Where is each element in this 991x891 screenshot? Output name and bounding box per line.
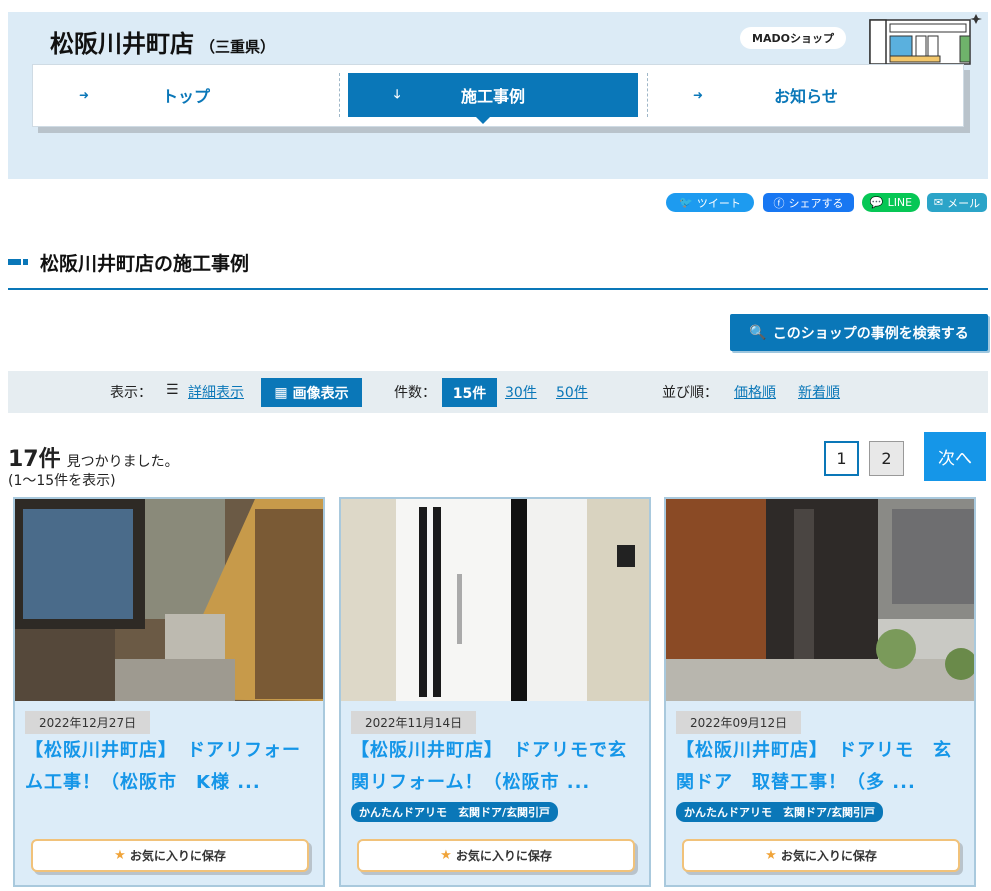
next-page-button[interactable]: 次へ — [924, 432, 986, 481]
case-photo[interactable] — [666, 499, 974, 701]
favorite-button[interactable]: ★ お気に入りに保存 — [682, 839, 960, 872]
page-2-button[interactable]: 2 — [869, 441, 904, 476]
facebook-share-button[interactable]: ⓕ シェアする — [763, 193, 854, 212]
case-title-link[interactable]: 【松阪川井町店】 ドアリモ 玄関ドア 取替工事！（多 ... — [676, 735, 966, 799]
nav-cases-label: 施工事例 — [460, 87, 525, 106]
mail-label: メール — [947, 196, 981, 210]
count-30-link[interactable]: 30件 — [505, 382, 537, 402]
count-50-link[interactable]: 50件 — [556, 382, 588, 402]
shop-prefecture: （三重県） — [200, 38, 276, 56]
star-icon: ★ — [440, 848, 452, 863]
grid-icon: ▦ — [274, 384, 288, 401]
mado-shop-badge: MADOショップ — [740, 27, 846, 49]
result-count-number: 17件 — [8, 447, 61, 472]
case-card[interactable]: 2022年11月14日 【松阪川井町店】 ドアリモで玄関リフォーム！（松阪市 .… — [339, 497, 651, 887]
nav-cases[interactable]: 🡓 施工事例 — [348, 73, 638, 124]
sort-new-link[interactable]: 新着順 — [798, 382, 840, 402]
tweet-button[interactable]: 🐦 ツイート — [666, 193, 754, 212]
case-photo[interactable] — [15, 499, 323, 701]
nav-top-label: トップ — [161, 87, 210, 106]
favorite-label: お気に入りに保存 — [129, 849, 226, 863]
detail-view-link[interactable]: 詳細表示 — [188, 382, 244, 402]
display-label: 表示： — [110, 385, 152, 401]
shop-header: 松阪川井町店 （三重県） MADOショップ ➜ トップ 🡓 施工事例 ➜ お知らせ — [8, 12, 988, 179]
shop-name: 松阪川井町店 — [50, 30, 194, 58]
tweet-label: ツイート — [696, 196, 741, 210]
case-date: 2022年11月14日 — [351, 711, 477, 734]
shop-nav: ➜ トップ 🡓 施工事例 ➜ お知らせ — [32, 64, 964, 127]
mail-icon: ✉ — [933, 196, 944, 209]
section-heading: 松阪川井町店の施工事例 — [8, 247, 988, 290]
image-view-label: 画像表示 — [292, 385, 349, 402]
nav-news[interactable]: ➜ お知らせ — [647, 73, 965, 117]
case-card[interactable]: 2022年09月12日 【松阪川井町店】 ドアリモ 玄関ドア 取替工事！（多 .… — [664, 497, 976, 887]
case-date: 2022年12月27日 — [25, 711, 151, 734]
count-label: 件数： — [394, 385, 436, 401]
twitter-icon: 🐦 — [679, 196, 693, 209]
favorite-label: お気に入りに保存 — [780, 849, 877, 863]
favorite-label: お気に入りに保存 — [455, 849, 552, 863]
nav-top[interactable]: ➜ トップ — [33, 73, 339, 117]
search-shop-cases-button[interactable]: 🔍 このショップの事例を検索する — [730, 314, 988, 351]
category-tag[interactable]: かんたんドアリモ 玄関ドア/玄関引戸 — [351, 802, 559, 822]
image-view-button[interactable]: ▦ 画像表示 — [261, 378, 362, 407]
nav-separator — [339, 73, 340, 117]
case-photo[interactable] — [341, 499, 649, 701]
count-15-button[interactable]: 15件 — [442, 378, 497, 407]
line-label: LINE — [887, 196, 913, 209]
star-icon: ★ — [765, 848, 777, 863]
nav-news-label: お知らせ — [774, 87, 838, 106]
case-card[interactable]: 2022年12月27日 【松阪川井町店】 ドアリフォーム工事！（松阪市 K様 .… — [13, 497, 325, 887]
facebook-icon: ⓕ — [773, 196, 785, 210]
category-tag[interactable]: かんたんドアリモ 玄関ドア/玄関引戸 — [676, 802, 884, 822]
case-title-link[interactable]: 【松阪川井町店】 ドアリモで玄関リフォーム！（松阪市 ... — [351, 735, 641, 799]
favorite-button[interactable]: ★ お気に入りに保存 — [31, 839, 309, 872]
result-count: 17件 見つかりました。 — [8, 441, 179, 473]
search-icon: 🔍 — [749, 324, 767, 341]
result-found-text: 見つかりました。 — [66, 454, 179, 470]
case-date: 2022年09月12日 — [676, 711, 802, 734]
line-share-button[interactable]: 💬 LINE — [862, 193, 920, 212]
shop-title: 松阪川井町店 （三重県） — [50, 24, 275, 59]
line-icon: 💬 — [869, 196, 884, 209]
result-range: (1〜15件を表示) — [8, 473, 116, 489]
facebook-label: シェアする — [788, 196, 844, 210]
star-icon: ★ — [114, 848, 126, 863]
mail-share-button[interactable]: ✉ メール — [927, 193, 987, 212]
favorite-button[interactable]: ★ お気に入りに保存 — [357, 839, 635, 872]
heading-bar-icon — [8, 259, 28, 265]
shop-building-illustration — [869, 14, 982, 65]
list-icon: ☰ — [166, 382, 179, 398]
sort-price-link[interactable]: 価格順 — [734, 382, 776, 402]
case-title-link[interactable]: 【松阪川井町店】 ドアリフォーム工事！（松阪市 K様 ... — [25, 735, 315, 799]
sort-label: 並び順： — [662, 385, 718, 401]
section-title: 松阪川井町店の施工事例 — [40, 253, 250, 275]
search-button-label: このショップの事例を検索する — [772, 325, 969, 342]
filter-bar: 表示： ☰ 詳細表示 ▦ 画像表示 件数： 15件 30件 50件 並び順： 価格… — [8, 371, 988, 413]
page-1-button[interactable]: 1 — [824, 441, 859, 476]
